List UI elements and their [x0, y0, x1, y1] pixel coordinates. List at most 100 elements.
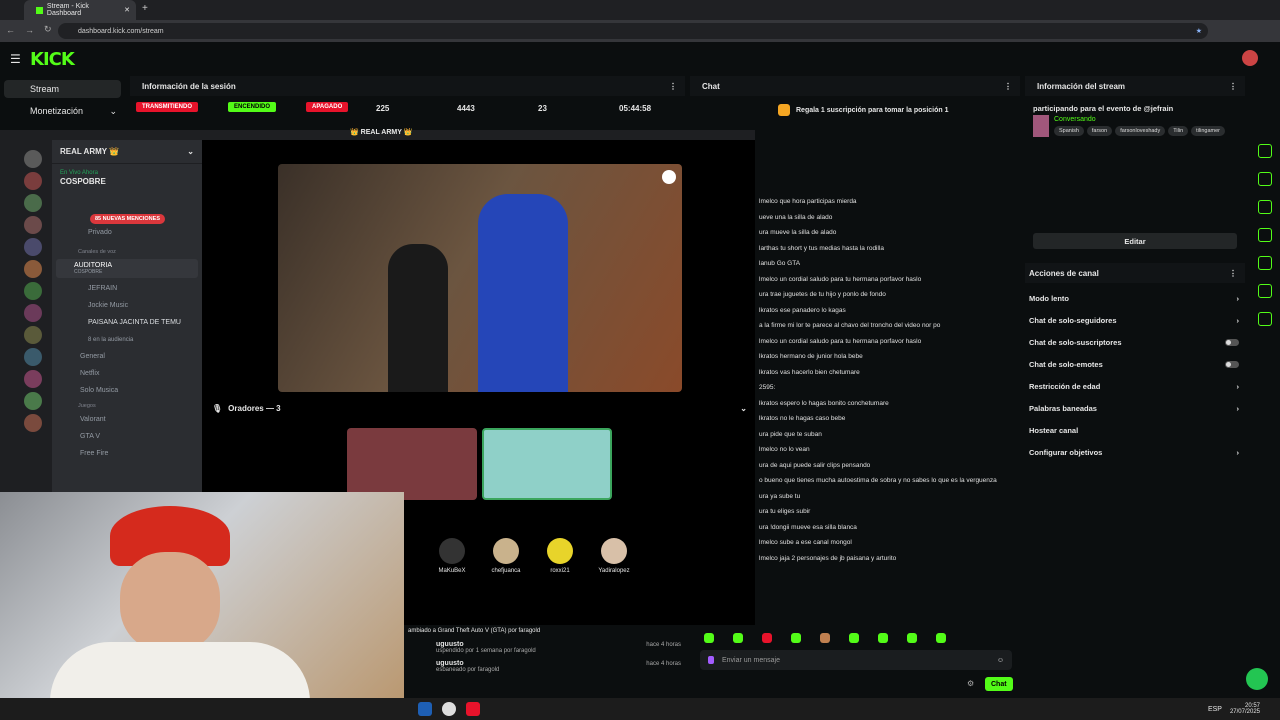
rail-icon[interactable] — [1258, 312, 1272, 326]
chat-message: lkratos hermano de junior hola bebe — [759, 353, 863, 361]
taskbar-app-icon[interactable] — [418, 702, 432, 716]
toggle-switch[interactable] — [1225, 360, 1239, 368]
listener[interactable]: Yadiralopez — [594, 538, 634, 574]
edit-button[interactable]: Editar — [1033, 233, 1237, 249]
more-options-icon[interactable]: ⋮ — [669, 82, 677, 91]
action-followers-only[interactable]: Chat de solo-seguidores › — [1025, 309, 1245, 331]
listener-name: chefjuanca — [491, 568, 521, 574]
taskbar-app-icon[interactable] — [466, 702, 480, 716]
server-icon[interactable] — [24, 282, 42, 300]
category-name[interactable]: Conversando — [1054, 116, 1228, 123]
back-icon[interactable]: ← — [6, 25, 15, 35]
taskbar-clock[interactable]: 20:57 27/07/2025 — [1230, 703, 1260, 715]
nav-monetization[interactable]: Monetización ⌄ — [4, 102, 121, 120]
emote-icon[interactable] — [791, 633, 801, 643]
hamburger-menu-icon[interactable]: ☰ — [10, 52, 21, 66]
action-banned-words[interactable]: Palabras baneadas › — [1025, 397, 1245, 419]
server-icon[interactable] — [24, 150, 42, 168]
voice-user[interactable]: PAISANA JACINTA DE TEMU — [52, 314, 202, 331]
nav-stream[interactable]: Stream — [4, 80, 121, 98]
server-icon[interactable] — [24, 370, 42, 388]
server-icon[interactable] — [24, 326, 42, 344]
chat-send-button[interactable]: Chat — [985, 677, 1013, 691]
server-icon[interactable] — [24, 414, 42, 432]
settings-icon[interactable] — [662, 170, 676, 184]
reload-icon[interactable]: ↻ — [44, 24, 52, 35]
chat-promo[interactable]: Regala 1 suscripción para tomar la posic… — [778, 104, 949, 116]
emote-icon[interactable] — [907, 633, 917, 643]
channel-netflix[interactable]: Netflix — [52, 365, 202, 382]
server-name[interactable]: REAL ARMY 👑 ⌄ — [52, 140, 202, 164]
speakers-header[interactable]: 🎙 Oradores — 3 ⌄ — [212, 404, 747, 413]
activity-item: uguusto hace 4 horas esbaneado por farago… — [404, 654, 687, 673]
kick-logo[interactable]: KICK — [30, 49, 75, 70]
server-icon[interactable] — [24, 304, 42, 322]
rail-icon[interactable] — [1258, 256, 1272, 270]
speaker-tile[interactable] — [482, 428, 612, 500]
emote-icon[interactable] — [936, 633, 946, 643]
streamer-figure — [478, 194, 568, 392]
forward-icon[interactable]: → — [25, 25, 34, 35]
server-icon[interactable] — [24, 194, 42, 212]
channel-auditoria[interactable]: AUDITORIA COSPOBRE — [56, 259, 198, 278]
server-icon[interactable] — [24, 216, 42, 234]
more-options-icon[interactable]: ⋮ — [1004, 82, 1012, 91]
action-host-channel[interactable]: Hostear canal — [1025, 419, 1245, 441]
emote-icon[interactable] — [762, 633, 772, 643]
bookmark-star-icon[interactable]: ★ — [1196, 27, 1202, 35]
emote-icon[interactable] — [733, 633, 743, 643]
emote-icon[interactable] — [849, 633, 859, 643]
live-channel-name[interactable]: COSPOBRE — [52, 177, 202, 186]
action-emotes-only[interactable]: Chat de solo-emotes — [1025, 353, 1245, 375]
action-label: Chat de solo-suscriptores — [1029, 337, 1122, 347]
stage-video[interactable] — [278, 164, 682, 392]
speaker-tile[interactable] — [347, 428, 477, 500]
browser-tab[interactable]: Stream - Kick Dashboard ✕ — [24, 0, 136, 20]
mentions-badge[interactable]: 85 NUEVAS MENCIONES — [90, 214, 165, 224]
server-icon[interactable] — [24, 348, 42, 366]
server-icon[interactable] — [24, 172, 42, 190]
action-slow-mode[interactable]: Modo lento › — [1025, 287, 1245, 309]
chat-message: lkratos espero lo hagas bonito conchetum… — [759, 399, 889, 407]
taskbar-app-icon[interactable] — [442, 702, 456, 716]
support-chat-icon[interactable] — [1246, 668, 1268, 690]
rail-icon[interactable] — [1258, 144, 1272, 158]
address-bar[interactable]: dashboard.kick.com/stream ★ — [58, 23, 1208, 39]
chat-input[interactable]: Enviar un mensaje ☺ — [700, 650, 1012, 670]
taskbar-language[interactable]: ESP — [1208, 706, 1222, 713]
listener[interactable]: roxxi21 — [540, 538, 580, 574]
listener[interactable]: chefjuanca — [486, 538, 526, 574]
emote-icon[interactable] — [820, 633, 830, 643]
rail-icon[interactable] — [1258, 200, 1272, 214]
chat-message: ura tu eliges subir — [759, 508, 811, 516]
action-age-restriction[interactable]: Restricción de edad › — [1025, 375, 1245, 397]
server-icon[interactable] — [24, 392, 42, 410]
rail-icon[interactable] — [1258, 228, 1272, 242]
user-avatar[interactable] — [1242, 50, 1258, 66]
more-options-icon[interactable]: ⋮ — [1229, 82, 1237, 91]
channel-valorant[interactable]: Valorant — [52, 411, 202, 428]
more-options-icon[interactable]: ⋮ — [1229, 269, 1237, 278]
rail-icon[interactable] — [1258, 284, 1272, 298]
channel-general[interactable]: General — [52, 348, 202, 365]
chat-settings-icon[interactable]: ⚙ — [967, 679, 974, 688]
close-tab-icon[interactable]: ✕ — [124, 6, 130, 14]
server-icon[interactable] — [24, 238, 42, 256]
channel-gta[interactable]: GTA V — [52, 428, 202, 445]
chat-message: lmelco jaja 2 personajes de jb paisana y… — [759, 554, 897, 562]
emote-icon[interactable] — [878, 633, 888, 643]
toggle-switch[interactable] — [1225, 338, 1239, 346]
rail-icon[interactable] — [1258, 172, 1272, 186]
action-subscribers-only[interactable]: Chat de solo-suscriptores — [1025, 331, 1245, 353]
listener[interactable]: MaKuBeX — [432, 538, 472, 574]
channel-solo-musica[interactable]: Solo Musica — [52, 382, 202, 399]
voice-user[interactable]: Jockie Music — [52, 297, 202, 314]
emote-icon[interactable] — [704, 633, 714, 643]
action-set-goals[interactable]: Configurar objetivos › — [1025, 441, 1245, 463]
channel-private[interactable]: Privado — [52, 224, 202, 241]
voice-user[interactable]: JEFRAIN — [52, 280, 202, 297]
server-icon[interactable] — [24, 260, 42, 278]
new-tab-icon[interactable]: + — [142, 3, 148, 14]
emoji-icon[interactable]: ☺ — [997, 657, 1004, 664]
channel-free-fire[interactable]: Free Fire — [52, 445, 202, 462]
